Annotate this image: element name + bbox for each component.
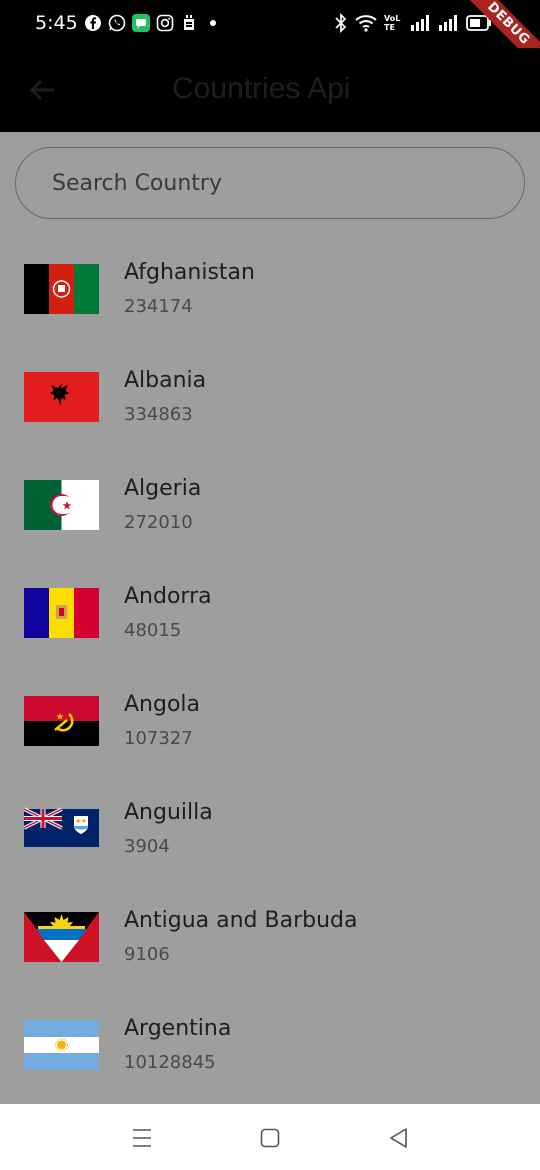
status-time: 5:45 [35,12,78,34]
country-name: Argentina [124,1016,232,1041]
flag-angola [24,696,99,746]
app-bar: Countries Api [0,48,540,132]
list-item[interactable]: Albania 334863 [0,340,540,448]
notification-icons [84,14,222,32]
flag-algeria [24,480,99,530]
list-item[interactable]: Argentina 10128845 [0,988,540,1096]
list-item[interactable]: Andorra 48015 [0,556,540,664]
search-field[interactable] [15,147,525,219]
country-name: Algeria [124,476,202,501]
bluetooth-icon [335,13,347,33]
country-name: Antigua and Barbuda [124,908,358,933]
content-area: Afghanistan 234174 Albania 334863 Algeri… [0,132,540,1104]
list-item[interactable]: Anguilla 3904 [0,772,540,880]
flag-afghanistan [24,264,99,314]
arrow-back-icon[interactable] [22,70,62,110]
flag-andorra [24,588,99,638]
country-population: 272010 [124,512,193,533]
page-title: Countries Api [172,72,351,105]
list-item[interactable]: Afghanistan 234174 [0,232,540,340]
country-population: 3904 [124,836,170,857]
navigation-bar [0,1104,540,1170]
country-name: Angola [124,692,201,717]
country-population: 9106 [124,944,170,965]
list-item[interactable]: Angola 107327 [0,664,540,772]
country-name: Andorra [124,584,212,609]
flag-antigua-and-barbuda [24,912,99,962]
wifi-icon [355,15,377,32]
country-list[interactable]: Afghanistan 234174 Albania 334863 Algeri… [0,232,540,1096]
dot-icon [210,20,216,26]
country-population: 334863 [124,404,193,425]
home-icon[interactable] [258,1126,282,1150]
country-population: 234174 [124,296,193,317]
menu-icon[interactable] [130,1126,154,1150]
list-item[interactable]: Algeria 272010 [0,448,540,556]
sim-toolkit-icon [184,15,194,30]
signal-icon [411,15,429,31]
country-population: 10128845 [124,1052,216,1073]
instagram-icon [156,14,174,32]
country-name: Afghanistan [124,260,255,285]
flag-anguilla [24,804,99,854]
facebook-icon [85,15,101,31]
country-name: Albania [124,368,207,393]
messages-icon [132,14,150,32]
status-bar: 5:45 VoLTE [0,0,540,48]
back-icon[interactable] [386,1126,410,1150]
country-population: 48015 [124,620,182,641]
flag-albania [24,372,99,422]
country-population: 107327 [124,728,193,749]
system-icons: VoLTE [334,13,492,33]
country-name: Anguilla [124,800,213,825]
whatsapp-icon [108,14,126,32]
list-item[interactable]: Antigua and Barbuda 9106 [0,880,540,988]
flag-argentina [24,1020,99,1070]
volte-icon: VoLTE [384,14,401,32]
search-input[interactable] [52,148,492,218]
signal-icon [439,15,457,31]
